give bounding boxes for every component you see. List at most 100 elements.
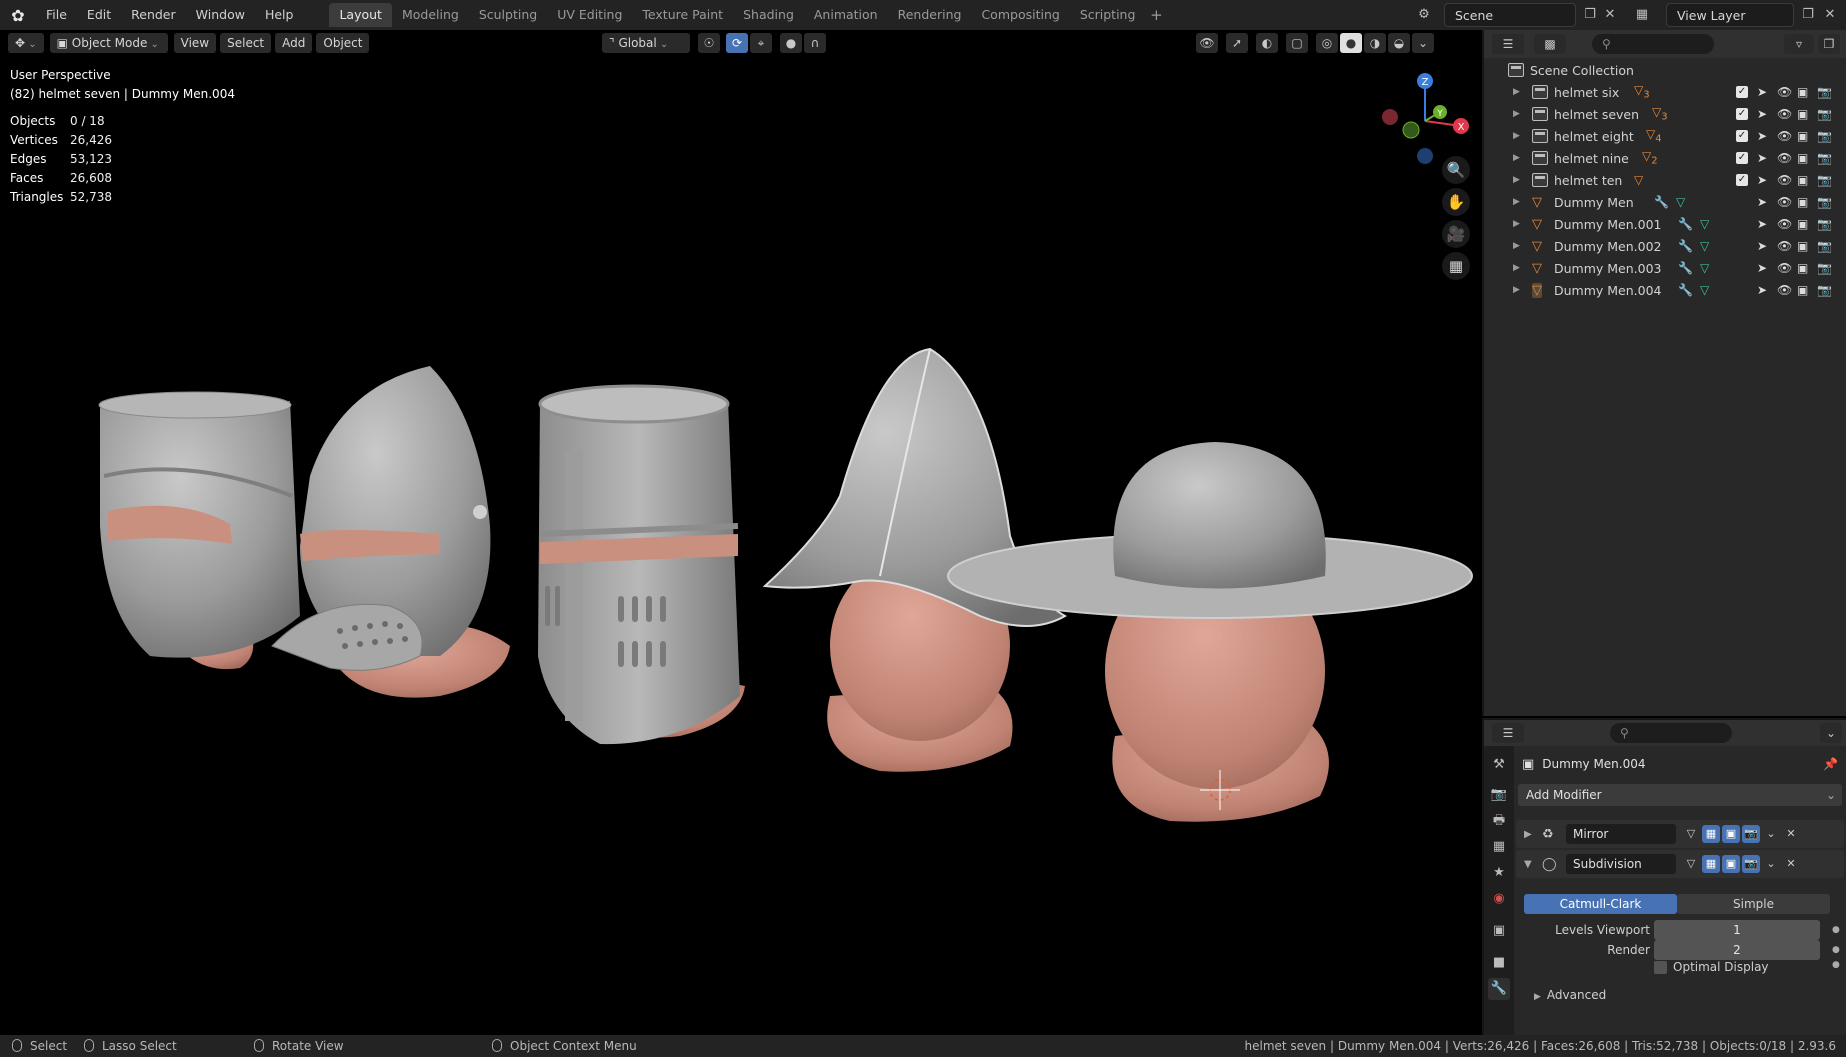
modifier-wrench-icon[interactable]: 🔧: [1678, 239, 1693, 253]
selectable-icon[interactable]: ➤: [1757, 239, 1767, 253]
optimal-display-checkbox[interactable]: [1654, 960, 1667, 974]
selectable-icon[interactable]: ➤: [1757, 129, 1767, 143]
expand-arrow-icon[interactable]: ▶: [1513, 153, 1520, 163]
outliner-item-helmet-nine[interactable]: ▶ helmet nine ▽2 ✓ ➤ 👁 ▣ 📷: [1484, 147, 1846, 169]
tab-rendering[interactable]: Rendering: [888, 3, 972, 27]
new-view-layer-icon[interactable]: ❐: [1798, 5, 1818, 25]
visibility-icon[interactable]: 👁: [1196, 33, 1218, 53]
outliner-item-helmet-ten[interactable]: ▶ helmet ten ▽ ✓ ➤ 👁 ▣ 📷: [1484, 169, 1846, 191]
proportional-editing-icon[interactable]: ●: [780, 33, 802, 53]
mesh-data-icon[interactable]: ▽: [1700, 217, 1709, 231]
overlays-icon[interactable]: ◐: [1256, 33, 1278, 53]
catmull-clark-button[interactable]: Catmull-Clark: [1524, 894, 1677, 914]
render-toggle-icon[interactable]: 📷: [1742, 825, 1760, 843]
rendered-shading-icon[interactable]: ◒: [1388, 33, 1410, 53]
expand-arrow-icon[interactable]: ▶: [1524, 829, 1532, 840]
output-tab-icon[interactable]: 🖶: [1488, 810, 1510, 832]
wireframe-shading-icon[interactable]: ◎: [1316, 33, 1338, 53]
remove-modifier-icon[interactable]: ✕: [1782, 855, 1800, 873]
viewport-disable-icon[interactable]: ▣: [1797, 283, 1808, 297]
orthographic-grid-icon[interactable]: ▦: [1442, 252, 1470, 280]
viewport-disable-icon[interactable]: ▣: [1797, 217, 1808, 231]
render-camera-icon[interactable]: 📷: [1817, 107, 1832, 121]
properties-editor-type-icon[interactable]: ☰: [1492, 723, 1524, 743]
gizmo-neg-z-axis[interactable]: [1417, 148, 1433, 164]
menu-select[interactable]: Select: [220, 33, 272, 53]
helmet-ten-model[interactable]: [947, 442, 1473, 822]
add-workspace-icon[interactable]: +: [1145, 4, 1167, 26]
outliner-item-dummy-men-004[interactable]: ▶ ▽ Dummy Men.004 🔧 ▽ ➤ 👁 ▣ 📷: [1484, 279, 1846, 301]
solid-shading-icon[interactable]: ●: [1340, 33, 1362, 53]
modifier-wrench-icon[interactable]: 🔧: [1678, 217, 1693, 231]
cage-toggle-icon[interactable]: ▦: [1702, 825, 1720, 843]
scene-selector-icon[interactable]: ⚙: [1414, 5, 1434, 25]
tab-compositing[interactable]: Compositing: [971, 3, 1069, 27]
menu-window[interactable]: Window: [186, 0, 255, 30]
eye-icon[interactable]: 👁: [1777, 129, 1792, 143]
expand-arrow-icon[interactable]: ▶: [1513, 175, 1520, 185]
new-collection-icon[interactable]: ❐: [1818, 34, 1840, 54]
expand-arrow-icon[interactable]: ▶: [1513, 197, 1520, 207]
exclude-checkbox[interactable]: ✓: [1736, 130, 1748, 142]
eye-icon[interactable]: 👁: [1777, 173, 1792, 187]
remove-modifier-icon[interactable]: ✕: [1782, 825, 1800, 843]
outliner-item-dummy-men-002[interactable]: ▶ ▽ Dummy Men.002 🔧 ▽ ➤ 👁 ▣ 📷: [1484, 235, 1846, 257]
mesh-data-icon[interactable]: ▽3: [1634, 83, 1650, 100]
menu-render[interactable]: Render: [121, 0, 186, 30]
menu-edit[interactable]: Edit: [77, 0, 121, 30]
menu-view[interactable]: View: [173, 33, 217, 53]
helmet-seven-model[interactable]: [271, 366, 510, 698]
selectable-icon[interactable]: ➤: [1757, 151, 1767, 165]
blender-logo-icon[interactable]: ✿: [0, 0, 36, 30]
mesh-data-icon[interactable]: ▽: [1700, 283, 1709, 297]
render-camera-icon[interactable]: 📷: [1817, 85, 1832, 99]
new-scene-icon[interactable]: ❐: [1580, 5, 1600, 25]
camera-view-icon[interactable]: 🎥: [1442, 220, 1470, 248]
helmet-six-model[interactable]: [98, 391, 300, 670]
selectable-icon[interactable]: ➤: [1757, 173, 1767, 187]
modifier-wrench-icon[interactable]: 🔧: [1678, 283, 1693, 297]
properties-search-input[interactable]: ⚲: [1610, 723, 1732, 743]
snap-toggle-icon[interactable]: ⟳: [726, 33, 748, 53]
edit-mode-toggle-icon[interactable]: ▽: [1682, 855, 1700, 873]
transform-orientation-dropdown[interactable]: ⌝ Global: [602, 33, 690, 53]
options-dropdown-icon[interactable]: ⌄: [1820, 723, 1842, 743]
optimal-display-row[interactable]: Optimal Display: [1654, 960, 1769, 974]
viewport-disable-icon[interactable]: ▣: [1797, 151, 1808, 165]
outliner-search-input[interactable]: ⚲: [1592, 34, 1714, 54]
expand-arrow-icon[interactable]: ▶: [1513, 87, 1520, 97]
mesh-data-icon[interactable]: ▽: [1700, 261, 1709, 275]
viewport-disable-icon[interactable]: ▣: [1797, 239, 1808, 253]
render-camera-icon[interactable]: 📷: [1817, 173, 1832, 187]
expand-arrow-icon[interactable]: ▶: [1513, 241, 1520, 251]
view-layer-field[interactable]: View Layer: [1666, 3, 1794, 27]
render-levels-field[interactable]: 2: [1654, 940, 1820, 960]
eye-icon[interactable]: 👁: [1777, 107, 1792, 121]
mesh-data-icon[interactable]: ▽4: [1646, 127, 1662, 144]
viewport-disable-icon[interactable]: ▣: [1797, 85, 1808, 99]
navigation-gizmo[interactable]: Z X Y: [1380, 66, 1470, 166]
eye-icon[interactable]: 👁: [1777, 217, 1792, 231]
viewport-disable-icon[interactable]: ▣: [1797, 173, 1808, 187]
realtime-toggle-icon[interactable]: ▣: [1722, 825, 1740, 843]
modifier-tab-icon[interactable]: 🔧: [1488, 978, 1510, 1000]
menu-object[interactable]: Object: [316, 33, 370, 53]
gizmo-toggle-icon[interactable]: ➚: [1226, 33, 1248, 53]
render-camera-icon[interactable]: 📷: [1817, 195, 1832, 209]
mesh-data-icon[interactable]: ▽: [1700, 239, 1709, 253]
eye-icon[interactable]: 👁: [1777, 151, 1792, 165]
animate-dot-icon[interactable]: ●: [1832, 920, 1840, 940]
delete-view-layer-icon[interactable]: ✕: [1820, 5, 1840, 25]
tab-animation[interactable]: Animation: [804, 3, 888, 27]
render-camera-icon[interactable]: 📷: [1817, 217, 1832, 231]
exclude-checkbox[interactable]: ✓: [1736, 174, 1748, 186]
display-mode-icon[interactable]: ▩: [1534, 34, 1566, 54]
subdivision-name-field[interactable]: Subdivision: [1566, 854, 1676, 874]
cage-toggle-icon[interactable]: ▦: [1702, 855, 1720, 873]
view-layer-selector-icon[interactable]: ▦: [1632, 5, 1652, 25]
material-shading-icon[interactable]: ◑: [1364, 33, 1386, 53]
viewport-disable-icon[interactable]: ▣: [1797, 107, 1808, 121]
zoom-icon[interactable]: 🔍: [1442, 156, 1470, 184]
delete-scene-icon[interactable]: ✕: [1600, 5, 1620, 25]
3d-viewport[interactable]: ✥ ▣ Object Mode View Select Add Object ⌝…: [0, 30, 1480, 1035]
